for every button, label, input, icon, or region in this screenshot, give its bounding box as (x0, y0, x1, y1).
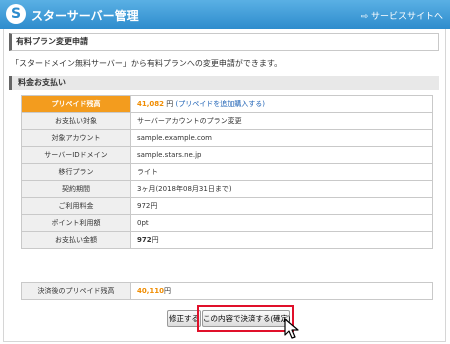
highlight-frame (197, 305, 294, 332)
row-label: ポイント利用額 (21, 214, 131, 232)
total-value: 972円 (130, 231, 433, 249)
after-value: 40,110円 (130, 282, 433, 300)
table-row: 決済後のプリペイド残高 40,110円 (21, 282, 433, 300)
table-row: お支払い金額 972円 (21, 231, 433, 249)
table-row: サーバーIDドメイン sample.stars.ne.jp (21, 146, 433, 164)
row-value: sample.example.com (130, 129, 433, 147)
intro-text: 「スタードメイン無料サーバー」から有料プランへの変更申請ができます。 (11, 59, 283, 68)
prepaid-amount: 41,082 (137, 100, 165, 108)
row-label: サーバーIDドメイン (21, 146, 131, 164)
row-label: ご利用料金 (21, 197, 131, 215)
row-value: sample.stars.ne.jp (130, 146, 433, 164)
table-row: お支払い対象 サーバーアカウントのプラン変更 (21, 112, 433, 130)
prepaid-label: プリペイド残高 (21, 95, 131, 113)
row-value: 972円 (130, 197, 433, 215)
row-label: 移行プラン (21, 163, 131, 181)
row-label: 対象アカウント (21, 129, 131, 147)
mouse-pointer-icon (284, 318, 299, 339)
service-site-link[interactable]: ⇨ サービスサイトへ (361, 9, 443, 22)
row-value: サーバーアカウントのプラン変更 (130, 112, 433, 130)
app-header: S スターサーバー管理 ⇨ サービスサイトへ (0, 0, 450, 29)
app-title: スターサーバー管理 (31, 9, 139, 23)
total-unit: 円 (151, 236, 159, 244)
table-row: 契約期間 3ヶ月(2018年08月31日まで) (21, 180, 433, 198)
table-row: 移行プラン ライト (21, 163, 433, 181)
prepaid-unit: 円 (166, 100, 174, 108)
row-value: ライト (130, 163, 433, 181)
back-button[interactable]: 修正する (167, 310, 201, 327)
page-title: 有料プラン変更申請 (9, 33, 439, 51)
row-value: 0pt (130, 214, 433, 232)
row-label: 契約期間 (21, 180, 131, 198)
table-row: ポイント利用額 0pt (21, 214, 433, 232)
total-amount: 972 (137, 236, 152, 244)
after-label: 決済後のプリペイド残高 (21, 282, 131, 300)
row-label: お支払い対象 (21, 112, 131, 130)
payment-details-table: プリペイド残高 41,082 円 (プリペイドを追加購入する) お支払い対象 サー… (21, 95, 433, 249)
table-row: プリペイド残高 41,082 円 (プリペイドを追加購入する) (21, 95, 433, 113)
table-row: ご利用料金 972円 (21, 197, 433, 215)
star-server-logo-icon: S (6, 4, 26, 24)
table-row: 対象アカウント sample.example.com (21, 129, 433, 147)
row-value: 3ヶ月(2018年08月31日まで) (130, 180, 433, 198)
prepaid-value: 41,082 円 (プリペイドを追加購入する) (130, 95, 433, 113)
after-unit: 円 (164, 287, 172, 295)
section-heading: 料金お支払い (9, 76, 439, 90)
add-prepaid-link[interactable]: (プリペイドを追加購入する) (175, 100, 264, 108)
total-label: お支払い金額 (21, 231, 131, 249)
after-payment-table: 決済後のプリペイド残高 40,110円 (21, 282, 433, 300)
after-amount: 40,110 (137, 287, 165, 295)
